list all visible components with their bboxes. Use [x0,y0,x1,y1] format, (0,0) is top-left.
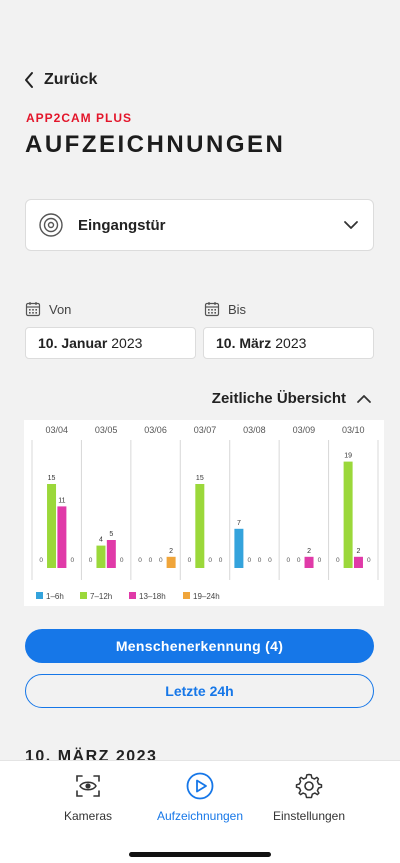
chart-value-label: 0 [188,557,192,564]
timeline-chart: 03/04 0 15 11 0 03/05 0 4 5 0 03/06 0 0 0 2 03/07 0 15 0 0 0… [24,420,384,606]
tab-settings-label: Einstellungen [272,809,346,823]
chevron-left-icon [25,72,33,88]
chart-value-label: 0 [159,557,163,564]
chart-value-label: 0 [149,557,153,564]
chart-value-label: 2 [307,548,311,555]
camera-lens-icon [39,213,63,237]
last-24h-button[interactable]: Letzte 24h [25,674,374,708]
chart-value-label: 15 [48,475,56,482]
chart-category-label: 03/07 [194,425,217,435]
play-circle-icon [186,772,214,800]
chart-category-label: 03/08 [243,425,266,435]
tab-cameras[interactable]: Kameras [28,771,148,823]
from-label: Von [49,301,72,317]
chart-legend-label: 1–6h [46,592,64,601]
chart-value-label: 0 [89,557,93,564]
chevron-down-icon [344,221,358,229]
chart-value-label: 0 [120,557,124,564]
overview-toggle[interactable]: Zeitliche Übersicht [212,390,372,407]
chart-legend-label: 13–18h [139,592,166,601]
chart-category-label: 03/05 [95,425,118,435]
chart-bar [304,556,314,568]
chart-legend-swatch [129,592,136,599]
chart-bar [96,545,106,568]
chart-bar [166,556,176,568]
chart-value-label: 0 [219,557,223,564]
timeline-chart-svg: 03/0401511003/05045003/060 0 0203/070150 00… [31,425,379,601]
chart-bar [47,484,57,568]
overview-label: Zeitliche Übersicht [211,390,346,407]
chart-legend-swatch [183,592,190,599]
home-indicator [129,852,271,857]
chart-legend-label: 19–24h [193,592,220,601]
chart-value-label: 0 [297,557,301,564]
back-button[interactable]: Zurück [24,69,97,91]
tab-recordings[interactable]: Aufzeichnungen [140,771,260,823]
from-label-row: Von [25,301,71,317]
chart-value-label: 0 [247,557,251,564]
from-date-year: 2023 [111,335,143,351]
back-label: Zurück [44,71,98,88]
chart-value-label: 15 [196,475,204,482]
tab-settings[interactable]: Einstellungen [249,771,369,823]
chart-value-label: 0 [318,557,322,564]
chart-legend-swatch [80,592,87,599]
chart-value-label: 0 [138,557,142,564]
camera-select[interactable]: Eingangstür [25,199,374,251]
tab-bar: Kameras Aufzeichnungen Einstellungen [0,760,400,863]
chart-value-label: 0 [258,557,262,564]
chart-value-label: 0 [208,557,212,564]
tab-recordings-label: Aufzeichnungen [156,809,244,823]
chart-value-label: 19 [344,453,352,460]
tab-cameras-label: Kameras [63,809,113,823]
chart-value-label: 7 [237,520,241,527]
to-date-day: 10. März [216,335,272,351]
chart-bar [234,528,244,568]
chart-value-label: 2 [169,548,173,555]
chevron-up-icon [357,394,371,403]
chart-legend-swatch [36,592,43,599]
chart-category-label: 03/09 [293,425,316,435]
to-label: Bis [228,301,247,317]
camera-select-value: Eingangstür [78,216,166,234]
chart-bar [106,540,116,568]
chart-bar [57,506,67,568]
chart-value-label: 0 [268,557,272,564]
chart-value-label: 2 [357,548,361,555]
chart-value-label: 0 [39,557,43,564]
chart-value-label: 5 [109,531,113,538]
chart-value-label: 11 [58,497,65,504]
calendar-icon [204,302,220,317]
to-label-row: Bis [204,301,246,317]
calendar-icon [25,302,41,317]
chart-category-label: 03/04 [45,425,68,435]
chart-value-label: 0 [287,557,291,564]
page-title: AUFZEICHNUNGEN [25,131,286,158]
to-date-year: 2023 [275,335,307,351]
to-date-field[interactable]: 10. März 2023 [203,327,374,359]
eye-scan-icon [76,775,100,797]
chart-legend-label: 7–12h [90,592,112,601]
chart-bar [343,461,353,568]
chart-bar [353,556,363,568]
from-date-field[interactable]: 10. Januar 2023 [25,327,196,359]
brand-label: APP2CAM PLUS [26,111,133,125]
chart-category-label: 03/10 [342,425,365,435]
chart-category-label: 03/06 [144,425,167,435]
chart-value-label: 0 [336,557,340,564]
gear-icon [295,773,323,799]
chart-value-label: 4 [99,537,103,544]
from-date-day: 10. Januar [38,335,108,351]
chart-bar [195,484,205,568]
chart-value-label: 0 [367,557,371,564]
chart-value-label: 0 [70,557,74,564]
person-detection-button[interactable]: Menschenerkennung (4) [25,629,374,663]
